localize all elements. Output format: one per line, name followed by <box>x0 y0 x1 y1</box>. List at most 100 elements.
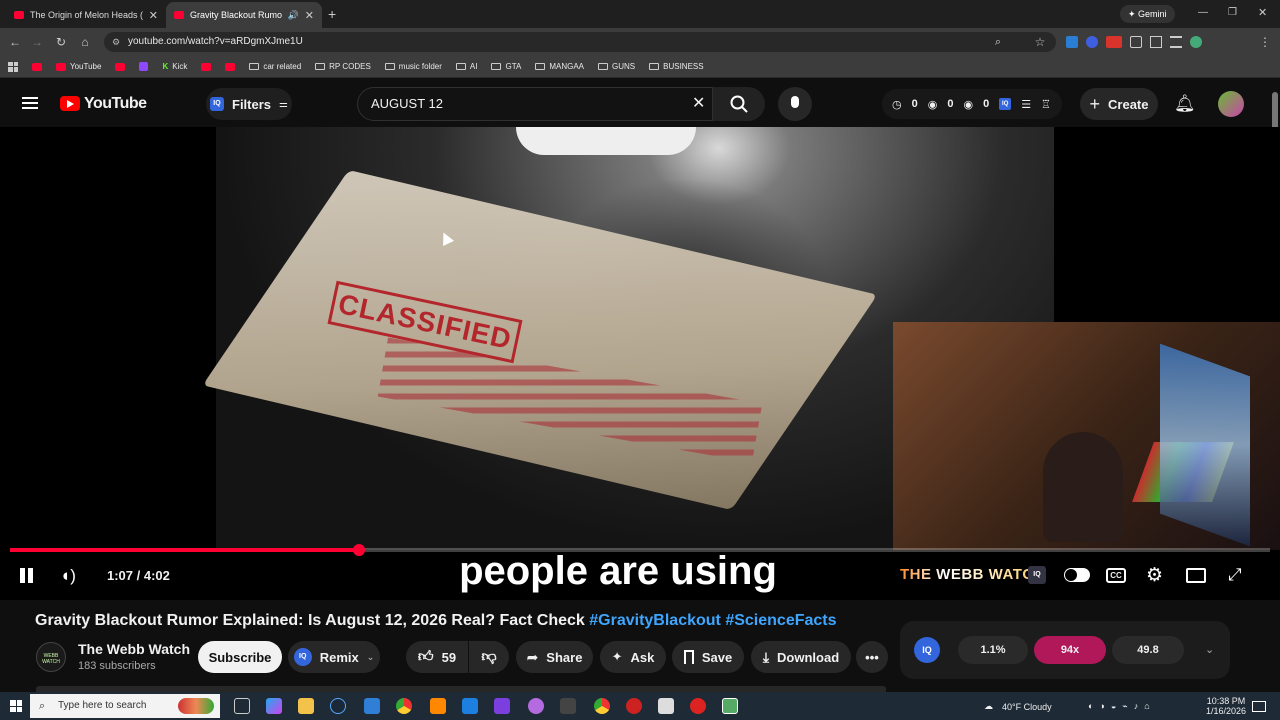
captions-icon[interactable]: CC <box>1106 568 1126 583</box>
bookmark-folder[interactable]: music folder <box>384 62 442 71</box>
taskbar-search[interactable]: ⌕ Type here to search <box>30 694 220 718</box>
app-icon[interactable] <box>560 698 576 714</box>
app-icon[interactable] <box>722 698 738 714</box>
twitch-bookmark-icon[interactable] <box>139 62 149 71</box>
url-field[interactable]: ⚙ youtube.com/watch?v=aRDgmXJme1U <box>104 32 1056 52</box>
like-button[interactable]: 👍︎ 59 <box>406 641 468 673</box>
windows-start-icon[interactable] <box>10 700 22 712</box>
bookmark-kick[interactable]: K Kick <box>162 62 187 71</box>
bookmark-star-icon[interactable]: ☆ <box>1032 32 1048 52</box>
bookmark-folder[interactable]: car related <box>249 62 301 71</box>
channel-name[interactable]: The Webb Watch <box>78 641 190 657</box>
app-icon[interactable] <box>690 698 706 714</box>
site-info-icon[interactable]: ⚙ <box>112 32 120 52</box>
volume-icon[interactable]: ◖) <box>60 566 76 586</box>
copilot-icon[interactable] <box>266 698 282 714</box>
youtube-bookmark-icon[interactable] <box>32 62 42 71</box>
tab-close-icon[interactable]: ✕ <box>149 9 158 22</box>
home-icon[interactable]: ⌂ <box>76 32 94 52</box>
app-icon[interactable] <box>462 698 478 714</box>
media-icon[interactable] <box>1170 36 1182 48</box>
app-icon[interactable] <box>528 698 544 714</box>
bookmark-folder[interactable]: BUSINESS <box>649 62 704 71</box>
tray-icons[interactable]: ◐◑◒⌁♪⌂ <box>1088 701 1156 712</box>
more-actions-button[interactable]: ••• <box>856 641 888 673</box>
fullscreen-icon[interactable]: ⤢ <box>1228 565 1242 585</box>
bookmark-youtube[interactable]: YouTube <box>56 62 101 71</box>
ask-button[interactable]: ✦ Ask <box>600 641 666 673</box>
filters-button[interactable]: IQ Filters ⚌ <box>206 88 292 120</box>
youtube-bookmark-icon[interactable] <box>201 62 212 71</box>
minimize-icon[interactable]: — <box>1198 7 1208 18</box>
bookmark-folder[interactable]: GUNS <box>598 62 635 71</box>
youtube-bookmark-icon[interactable] <box>225 62 236 71</box>
notifications-bell-icon[interactable]: 🔔︎ <box>1174 94 1196 114</box>
chrome-icon[interactable] <box>396 698 412 714</box>
hashtag-link[interactable]: #GravityBlackout <box>589 612 721 629</box>
voice-search-button[interactable] <box>778 87 812 121</box>
weather-text[interactable]: 40°F Cloudy <box>1002 702 1052 712</box>
browser-tab[interactable]: The Origin of Melon Heads (3 S ✕ <box>6 2 166 28</box>
notepad-icon[interactable] <box>658 698 674 714</box>
extension-icon[interactable] <box>1086 36 1098 48</box>
iq-icon[interactable]: IQ <box>999 98 1012 110</box>
share-button[interactable]: ➦ Share <box>516 641 593 673</box>
zoom-icon[interactable]: ⌕ <box>990 32 1006 52</box>
list-icon[interactable]: ☰ <box>1021 98 1031 111</box>
bookmark-folder[interactable]: AI <box>455 62 477 71</box>
adblock-icon[interactable] <box>1106 36 1122 48</box>
store-icon[interactable] <box>364 698 380 714</box>
pause-icon[interactable] <box>20 568 25 583</box>
apps-grid-icon[interactable] <box>8 61 18 72</box>
save-button[interactable]: Save <box>672 641 744 673</box>
bookmark-folder[interactable]: GTA <box>491 62 521 71</box>
download-button[interactable]: ⤓ Download <box>751 641 851 673</box>
extension-icon[interactable] <box>1066 36 1078 48</box>
bookmark-folder[interactable]: MANGAA <box>535 62 584 71</box>
steam-icon[interactable] <box>330 698 346 714</box>
file-explorer-icon[interactable] <box>298 698 314 714</box>
remix-button[interactable]: IQ Remix ⌄ <box>288 641 380 673</box>
miniplayer-icon[interactable] <box>1186 568 1206 583</box>
iq-icon[interactable]: IQ <box>1028 566 1046 584</box>
notification-center-icon[interactable] <box>1252 701 1266 712</box>
forward-icon[interactable]: → <box>28 32 46 52</box>
trophy-icon[interactable]: ♖ <box>1041 98 1051 111</box>
dislike-button[interactable]: 👎︎ <box>469 641 509 673</box>
app-icon[interactable] <box>494 698 510 714</box>
clock[interactable]: 10:38 PM 1/16/2026 <box>1206 696 1246 716</box>
gemini-button[interactable]: ✦ Gemini <box>1120 5 1175 23</box>
browser-tab-active[interactable]: Gravity Blackout Rumor Exp 🔊 ✕ <box>166 2 322 28</box>
autoplay-toggle[interactable] <box>1064 568 1090 582</box>
subscribe-button[interactable]: Subscribe <box>198 641 282 673</box>
new-tab-icon[interactable]: + <box>328 6 336 22</box>
settings-gear-icon[interactable]: ⚙ <box>1146 564 1163 587</box>
restore-icon[interactable]: ❐ <box>1228 7 1237 18</box>
bookmark-folder[interactable]: RP CODES <box>315 62 371 71</box>
chevron-down-icon[interactable]: ⌄ <box>1205 643 1214 656</box>
weather-icon[interactable]: ☁ <box>984 701 993 712</box>
extensions-puzzle-icon[interactable] <box>1130 36 1142 48</box>
youtube-logo-icon[interactable] <box>60 96 80 111</box>
youtube-bookmark-icon[interactable] <box>115 62 126 71</box>
sidebar-icon[interactable] <box>1150 36 1162 48</box>
task-view-icon[interactable] <box>234 698 250 714</box>
reload-icon[interactable]: ↻ <box>52 32 70 52</box>
tab-close-icon[interactable]: ✕ <box>305 9 314 22</box>
app-icon[interactable] <box>626 698 642 714</box>
account-avatar[interactable] <box>1218 91 1244 117</box>
hashtag-link[interactable]: #ScienceFacts <box>725 612 836 629</box>
chrome-icon[interactable] <box>594 698 610 714</box>
channel-avatar[interactable]: WEBB WATCH <box>36 642 66 672</box>
hamburger-menu-icon[interactable] <box>22 97 38 109</box>
back-icon[interactable]: ← <box>6 32 24 52</box>
search-input[interactable]: AUGUST 12 <box>357 87 713 121</box>
scrubber-handle[interactable] <box>353 544 366 556</box>
search-button[interactable] <box>713 87 765 121</box>
iq-badge[interactable]: IQ <box>914 637 940 663</box>
browser-menu-icon[interactable]: ⋮ <box>1258 32 1272 52</box>
clear-search-icon[interactable]: ✕ <box>692 93 705 113</box>
profile-avatar[interactable] <box>1190 36 1202 48</box>
speaker-icon[interactable]: 🔊 <box>288 10 299 21</box>
app-icon[interactable] <box>430 698 446 714</box>
